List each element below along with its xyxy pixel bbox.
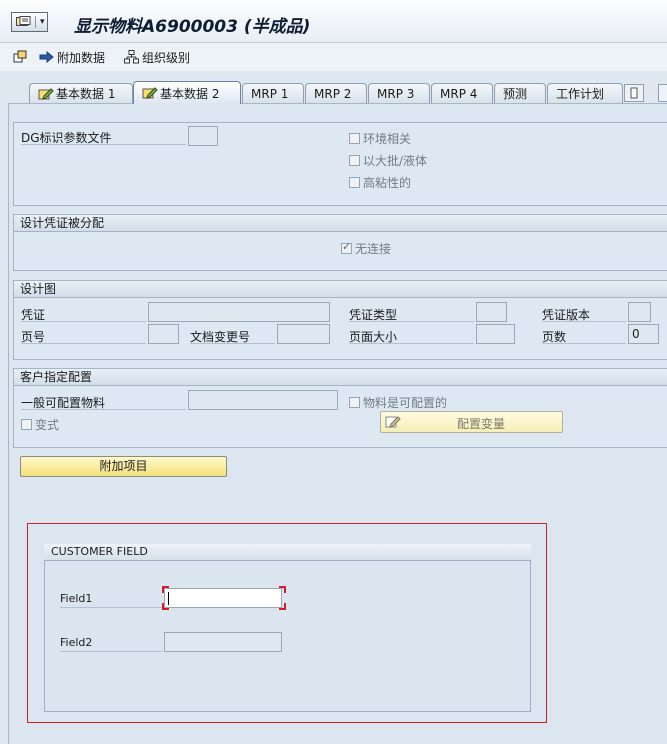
configurable-label: 物料是可配置的 <box>363 396 448 410</box>
field1-label: Field1 <box>60 592 162 608</box>
tab-mrp-1[interactable]: MRP 1 <box>242 83 304 103</box>
org-structure-icon <box>124 50 139 64</box>
additional-data-label: 附加数据 <box>57 50 106 65</box>
general-config-field[interactable] <box>188 390 338 410</box>
env-relevant-checkbox[interactable]: 环境相关 <box>349 130 411 147</box>
page-title: 显示物料A6900003 (半成品) <box>74 17 311 37</box>
tab-basic-data-2[interactable]: 基本数据 2 <box>133 81 241 104</box>
tab-basic-data-1[interactable]: 基本数据 1 <box>29 83 133 103</box>
page-no-field[interactable] <box>148 324 179 344</box>
dg-profile-label: DG标识参数文件 <box>21 129 186 145</box>
page-format-label: 页面大小 <box>349 328 474 344</box>
doc-change-no-label: 文档变更号 <box>190 328 275 344</box>
other-view-button[interactable] <box>13 49 31 65</box>
high-viscosity-checkbox[interactable]: 高粘性的 <box>349 174 411 191</box>
group-header: 设计图 <box>14 281 667 298</box>
document-field[interactable] <box>148 302 330 322</box>
application-toolbar: 附加数据 组织级别 <box>0 43 667 71</box>
org-levels-label: 组织级别 <box>142 50 191 65</box>
additional-items-button[interactable]: 附加项目 <box>20 456 227 477</box>
variant-checkbox[interactable]: 变式 <box>21 416 59 433</box>
doc-type-field[interactable] <box>476 302 507 322</box>
tab-mrp-4[interactable]: MRP 4 <box>431 83 493 103</box>
tab-forecast[interactable]: 预测 <box>494 83 546 103</box>
tab-label: 基本数据 2 <box>160 86 220 101</box>
page-count-field[interactable]: 0 <box>628 324 659 344</box>
no-link-checkbox[interactable]: 无连接 <box>341 240 391 257</box>
tab-scroll-button[interactable] <box>624 84 644 102</box>
high-viscosity-label: 高粘性的 <box>363 176 412 190</box>
variant-label: 变式 <box>35 418 60 432</box>
tab-label: 预测 <box>503 87 528 101</box>
env-relevant-label: 环境相关 <box>363 132 412 146</box>
dg-profile-field[interactable] <box>188 126 218 146</box>
doc-change-no-field[interactable] <box>277 324 330 344</box>
group-header: 客户指定配置 <box>14 369 667 386</box>
pencil-icon <box>38 87 54 100</box>
customer-field-header: CUSTOMER FIELD <box>44 544 531 561</box>
doc-type-label: 凭证类型 <box>349 306 474 322</box>
tab-label: MRP 2 <box>314 86 352 101</box>
document-label: 凭证 <box>21 306 146 322</box>
sap-menu-icon <box>16 16 31 26</box>
configurable-checkbox[interactable]: 物料是可配置的 <box>349 394 447 411</box>
tab-mrp-3[interactable]: MRP 3 <box>368 83 430 103</box>
tab-label: 工作计划 <box>556 87 605 101</box>
tab-label: 基本数据 1 <box>56 87 116 101</box>
no-link-label: 无连接 <box>355 242 392 256</box>
view-switch-icon <box>13 50 27 63</box>
field1-input[interactable] <box>164 588 282 608</box>
doc-assignment-group: 设计凭证被分配 <box>13 214 667 271</box>
edit-config-icon <box>385 416 401 428</box>
pencil-icon <box>142 87 158 99</box>
doc-version-field[interactable] <box>628 302 651 322</box>
page-no-label: 页号 <box>21 328 146 344</box>
tab-menu-button[interactable] <box>658 84 667 102</box>
org-levels-button[interactable]: 组织级别 <box>124 49 190 65</box>
tab-mrp-2[interactable]: MRP 2 <box>305 83 367 103</box>
customer-field-group <box>44 544 531 712</box>
general-config-label: 一般可配置物料 <box>21 394 186 410</box>
tab-label: MRP 3 <box>377 86 415 101</box>
bulk-liquid-label: 以大批/液体 <box>363 154 428 168</box>
bulk-liquid-checkbox[interactable]: 以大批/液体 <box>349 152 427 169</box>
chevron-down-icon: ▾ <box>40 17 45 27</box>
tab-work-scheduling[interactable]: 工作计划 <box>547 83 623 103</box>
tab-label: MRP 4 <box>440 86 478 101</box>
doc-version-label: 凭证版本 <box>542 306 626 322</box>
field2-label: Field2 <box>60 636 162 652</box>
group-header: 设计凭证被分配 <box>14 215 667 232</box>
field2-input[interactable] <box>164 632 282 652</box>
page-count-label: 页数 <box>542 328 626 344</box>
tab-strip: 基本数据 1 基本数据 2 MRP 1 MRP 2 MRP 3 MRP 4 预测… <box>0 78 667 104</box>
config-variant-button[interactable]: 配置变量 <box>380 411 563 433</box>
additional-data-button[interactable]: 附加数据 <box>39 49 105 65</box>
page-format-field[interactable] <box>476 324 515 344</box>
system-menu-button[interactable]: ▾ <box>11 12 48 32</box>
arrow-right-icon <box>39 51 54 63</box>
config-variant-label: 配置变量 <box>457 417 506 431</box>
tab-list-icon <box>630 87 638 99</box>
tab-label: MRP 1 <box>251 86 289 101</box>
